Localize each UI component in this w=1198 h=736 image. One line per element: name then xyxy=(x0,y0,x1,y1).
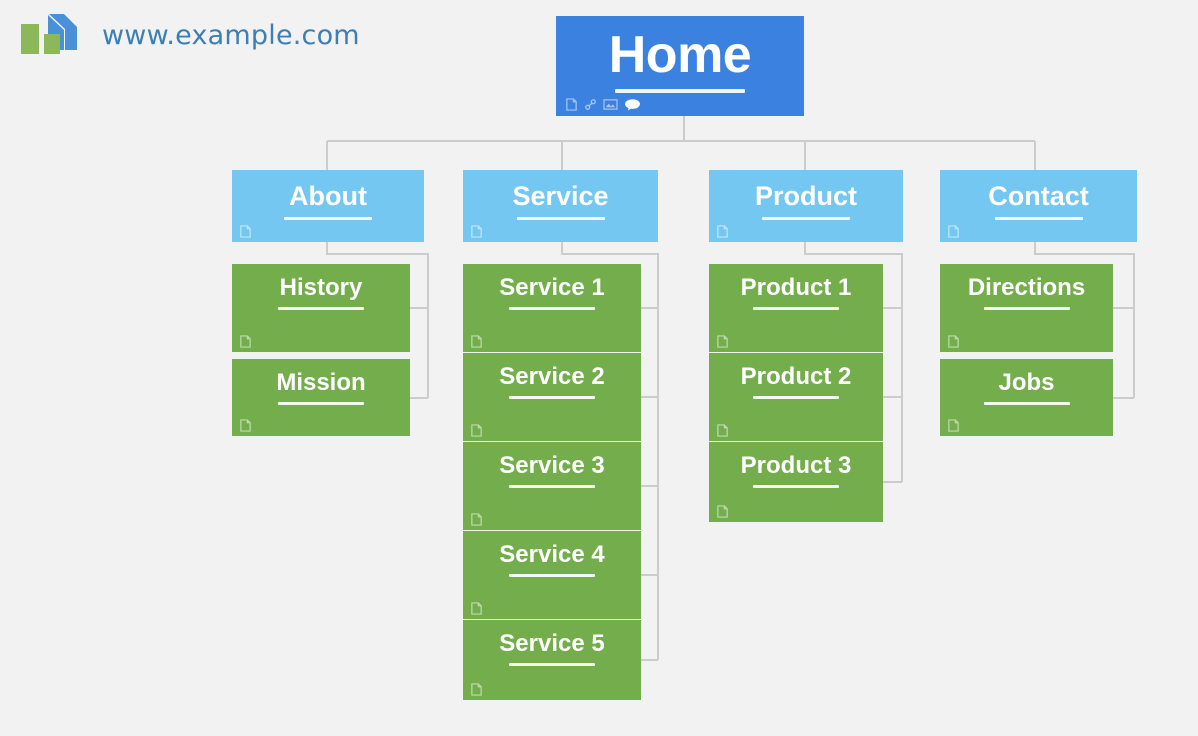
page-icon[interactable] xyxy=(470,424,483,437)
node-label: Service 4 xyxy=(499,541,605,568)
page-icon[interactable] xyxy=(239,419,252,432)
node-label: Product xyxy=(754,181,857,211)
sitemap-node-jobs[interactable]: Jobs xyxy=(940,359,1113,436)
node-underline xyxy=(762,217,850,221)
page-icon[interactable] xyxy=(470,335,483,348)
node-underline xyxy=(983,402,1070,406)
node-underline xyxy=(509,485,595,489)
sitemap-canvas: www.example.com Home About History Missi… xyxy=(0,0,1198,736)
sitemap-node-service-1[interactable]: Service 1 xyxy=(463,264,641,352)
node-underline xyxy=(278,402,364,406)
sitemap-node-service-5[interactable]: Service 5 xyxy=(463,620,641,700)
node-toolbar[interactable] xyxy=(470,424,483,437)
node-toolbar[interactable] xyxy=(470,602,483,615)
node-label: Directions xyxy=(967,274,1086,301)
node-label: Product 1 xyxy=(740,274,852,301)
node-underline xyxy=(983,307,1070,311)
page-icon[interactable] xyxy=(239,335,252,348)
sitemap-node-home[interactable]: Home xyxy=(556,16,804,116)
node-underline xyxy=(509,574,595,578)
page-icon[interactable] xyxy=(716,335,729,348)
node-label: Product 2 xyxy=(740,363,852,390)
page-icon[interactable] xyxy=(716,424,729,437)
node-toolbar[interactable] xyxy=(947,225,960,238)
sitemap-node-service-4[interactable]: Service 4 xyxy=(463,531,641,619)
sitemap-node-product-1[interactable]: Product 1 xyxy=(709,264,883,352)
sitemap-node-contact[interactable]: Contact xyxy=(940,170,1137,242)
node-underline xyxy=(753,485,839,489)
node-toolbar[interactable] xyxy=(716,335,729,348)
node-label: Mission xyxy=(276,369,366,396)
node-underline xyxy=(753,307,839,311)
node-underline xyxy=(284,217,372,221)
node-label: Product 3 xyxy=(740,452,852,479)
page-icon[interactable] xyxy=(947,225,960,238)
node-underline xyxy=(278,307,364,311)
node-underline xyxy=(994,217,1083,221)
node-toolbar[interactable] xyxy=(716,225,729,238)
node-label: History xyxy=(279,274,363,301)
node-label: Contact xyxy=(988,181,1089,211)
node-underline xyxy=(753,396,839,400)
node-toolbar[interactable] xyxy=(470,513,483,526)
comment-icon[interactable] xyxy=(624,98,641,111)
node-label: Jobs xyxy=(998,369,1055,396)
page-icon[interactable] xyxy=(947,335,960,348)
node-toolbar[interactable] xyxy=(716,424,729,437)
node-label: Home xyxy=(608,26,752,84)
node-underline xyxy=(516,217,605,221)
page-icon[interactable] xyxy=(716,225,729,238)
brand-header: www.example.com xyxy=(18,12,360,58)
node-label: Service 3 xyxy=(499,452,605,479)
page-icon[interactable] xyxy=(565,98,578,111)
sitemap-node-directions[interactable]: Directions xyxy=(940,264,1113,352)
link-icon[interactable] xyxy=(584,98,597,111)
node-underline xyxy=(509,396,595,400)
sitemap-node-mission[interactable]: Mission xyxy=(232,359,410,436)
page-icon[interactable] xyxy=(470,602,483,615)
node-toolbar[interactable] xyxy=(947,335,960,348)
site-url-label: www.example.com xyxy=(102,19,360,51)
node-toolbar[interactable] xyxy=(947,419,960,432)
sitemap-node-service[interactable]: Service xyxy=(463,170,658,242)
sitemap-node-product-3[interactable]: Product 3 xyxy=(709,442,883,522)
node-label: Service 5 xyxy=(499,630,605,657)
node-toolbar[interactable] xyxy=(716,505,729,518)
node-underline xyxy=(509,307,595,311)
site-logo-icon xyxy=(21,14,77,54)
node-toolbar[interactable] xyxy=(470,225,483,238)
node-underline xyxy=(615,88,745,93)
page-icon[interactable] xyxy=(716,505,729,518)
node-toolbar[interactable] xyxy=(470,335,483,348)
sitemap-node-about[interactable]: About xyxy=(232,170,424,242)
node-toolbar[interactable] xyxy=(239,335,252,348)
site-logo xyxy=(18,12,80,58)
sitemap-node-service-3[interactable]: Service 3 xyxy=(463,442,641,530)
page-icon[interactable] xyxy=(947,419,960,432)
node-underline xyxy=(509,663,595,667)
node-toolbar[interactable] xyxy=(470,683,483,696)
image-icon[interactable] xyxy=(603,98,618,111)
sitemap-node-product-2[interactable]: Product 2 xyxy=(709,353,883,441)
node-label: Service 2 xyxy=(499,363,605,390)
node-toolbar[interactable] xyxy=(239,419,252,432)
node-label: Service xyxy=(512,181,609,211)
sitemap-node-product[interactable]: Product xyxy=(709,170,903,242)
page-icon[interactable] xyxy=(470,513,483,526)
node-label: Service 1 xyxy=(499,274,605,301)
node-toolbar[interactable] xyxy=(565,98,641,111)
sitemap-node-history[interactable]: History xyxy=(232,264,410,352)
page-icon[interactable] xyxy=(470,683,483,696)
page-icon[interactable] xyxy=(239,225,252,238)
sitemap-node-service-2[interactable]: Service 2 xyxy=(463,353,641,441)
node-toolbar[interactable] xyxy=(239,225,252,238)
node-label: About xyxy=(289,181,367,211)
page-icon[interactable] xyxy=(470,225,483,238)
